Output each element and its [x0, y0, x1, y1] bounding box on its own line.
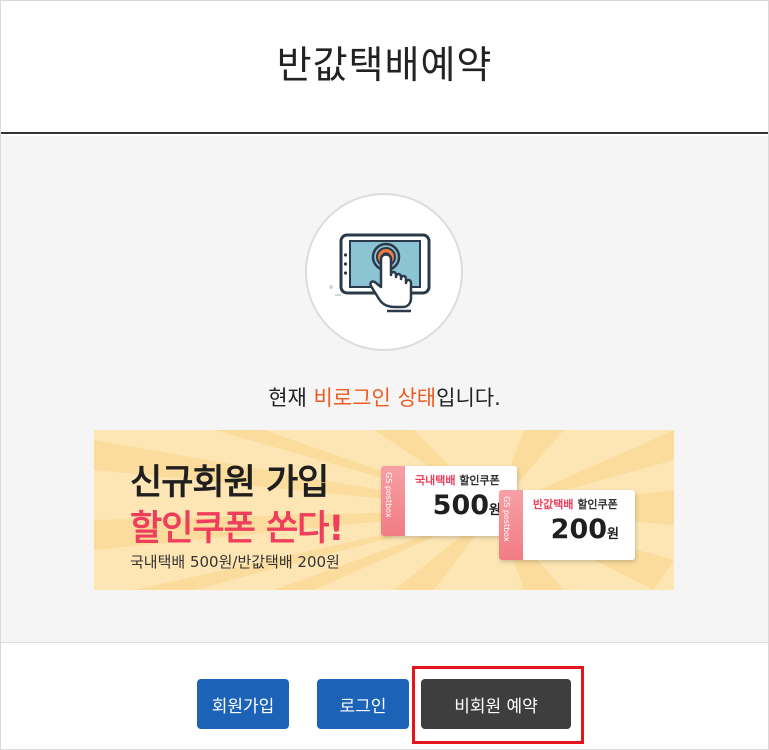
coupon-brand: GS postbox [384, 472, 393, 518]
signup-coupon-banner[interactable]: 신규회원 가입 할인쿠폰 쏜다! 국내택배 500원/반값택배 200원 GS … [94, 430, 674, 590]
join-button[interactable]: 회원가입 [197, 679, 289, 729]
page-frame: 반값택배예약 현재 비로그인 상태입니다. 신규회원 가입 할인쿠폰 쏜다! 국… [0, 0, 769, 750]
page-header: 반값택배예약 [1, 1, 768, 134]
coupon-amount: 200 [550, 514, 608, 545]
coupon-type: 국내택배 [415, 474, 456, 487]
login-button[interactable]: 로그인 [317, 679, 409, 729]
coupon-card: GS postbox 국내택배 할인쿠폰 500원 [381, 466, 517, 536]
coupon-type: 반값택배 [533, 498, 574, 511]
coupon-suffix: 할인쿠폰 [573, 498, 618, 511]
coupon-amount: 500 [432, 490, 490, 521]
status-prefix: 현재 [268, 386, 314, 410]
coupon-brand: GS postbox [502, 496, 511, 542]
banner-headline-2: 할인쿠폰 쏜다! [130, 509, 344, 549]
page-title: 반값택배예약 [276, 43, 493, 87]
status-suffix: 입니다. [436, 386, 501, 410]
login-status-text: 현재 비로그인 상태입니다. [1, 382, 768, 412]
touch-tablet-icon [305, 193, 463, 351]
guest-reservation-button[interactable]: 비회원 예약 [421, 679, 571, 729]
coupon-card: GS postbox 반값택배 할인쿠폰 200원 [499, 490, 635, 560]
coupon-suffix: 할인쿠폰 [455, 474, 500, 487]
status-highlight: 비로그인 상태 [313, 386, 437, 410]
tablet-tap-illustration [329, 233, 431, 313]
banner-subtext: 국내택배 500원/반값택배 200원 [130, 553, 340, 571]
action-buttons: 회원가입 로그인 비회원 예약 [1, 679, 768, 729]
coupon-unit: 원 [607, 527, 619, 542]
banner-headline-1: 신규회원 가입 [130, 463, 329, 503]
content-area: 현재 비로그인 상태입니다. 신규회원 가입 할인쿠폰 쏜다! 국내택배 500… [1, 136, 768, 643]
